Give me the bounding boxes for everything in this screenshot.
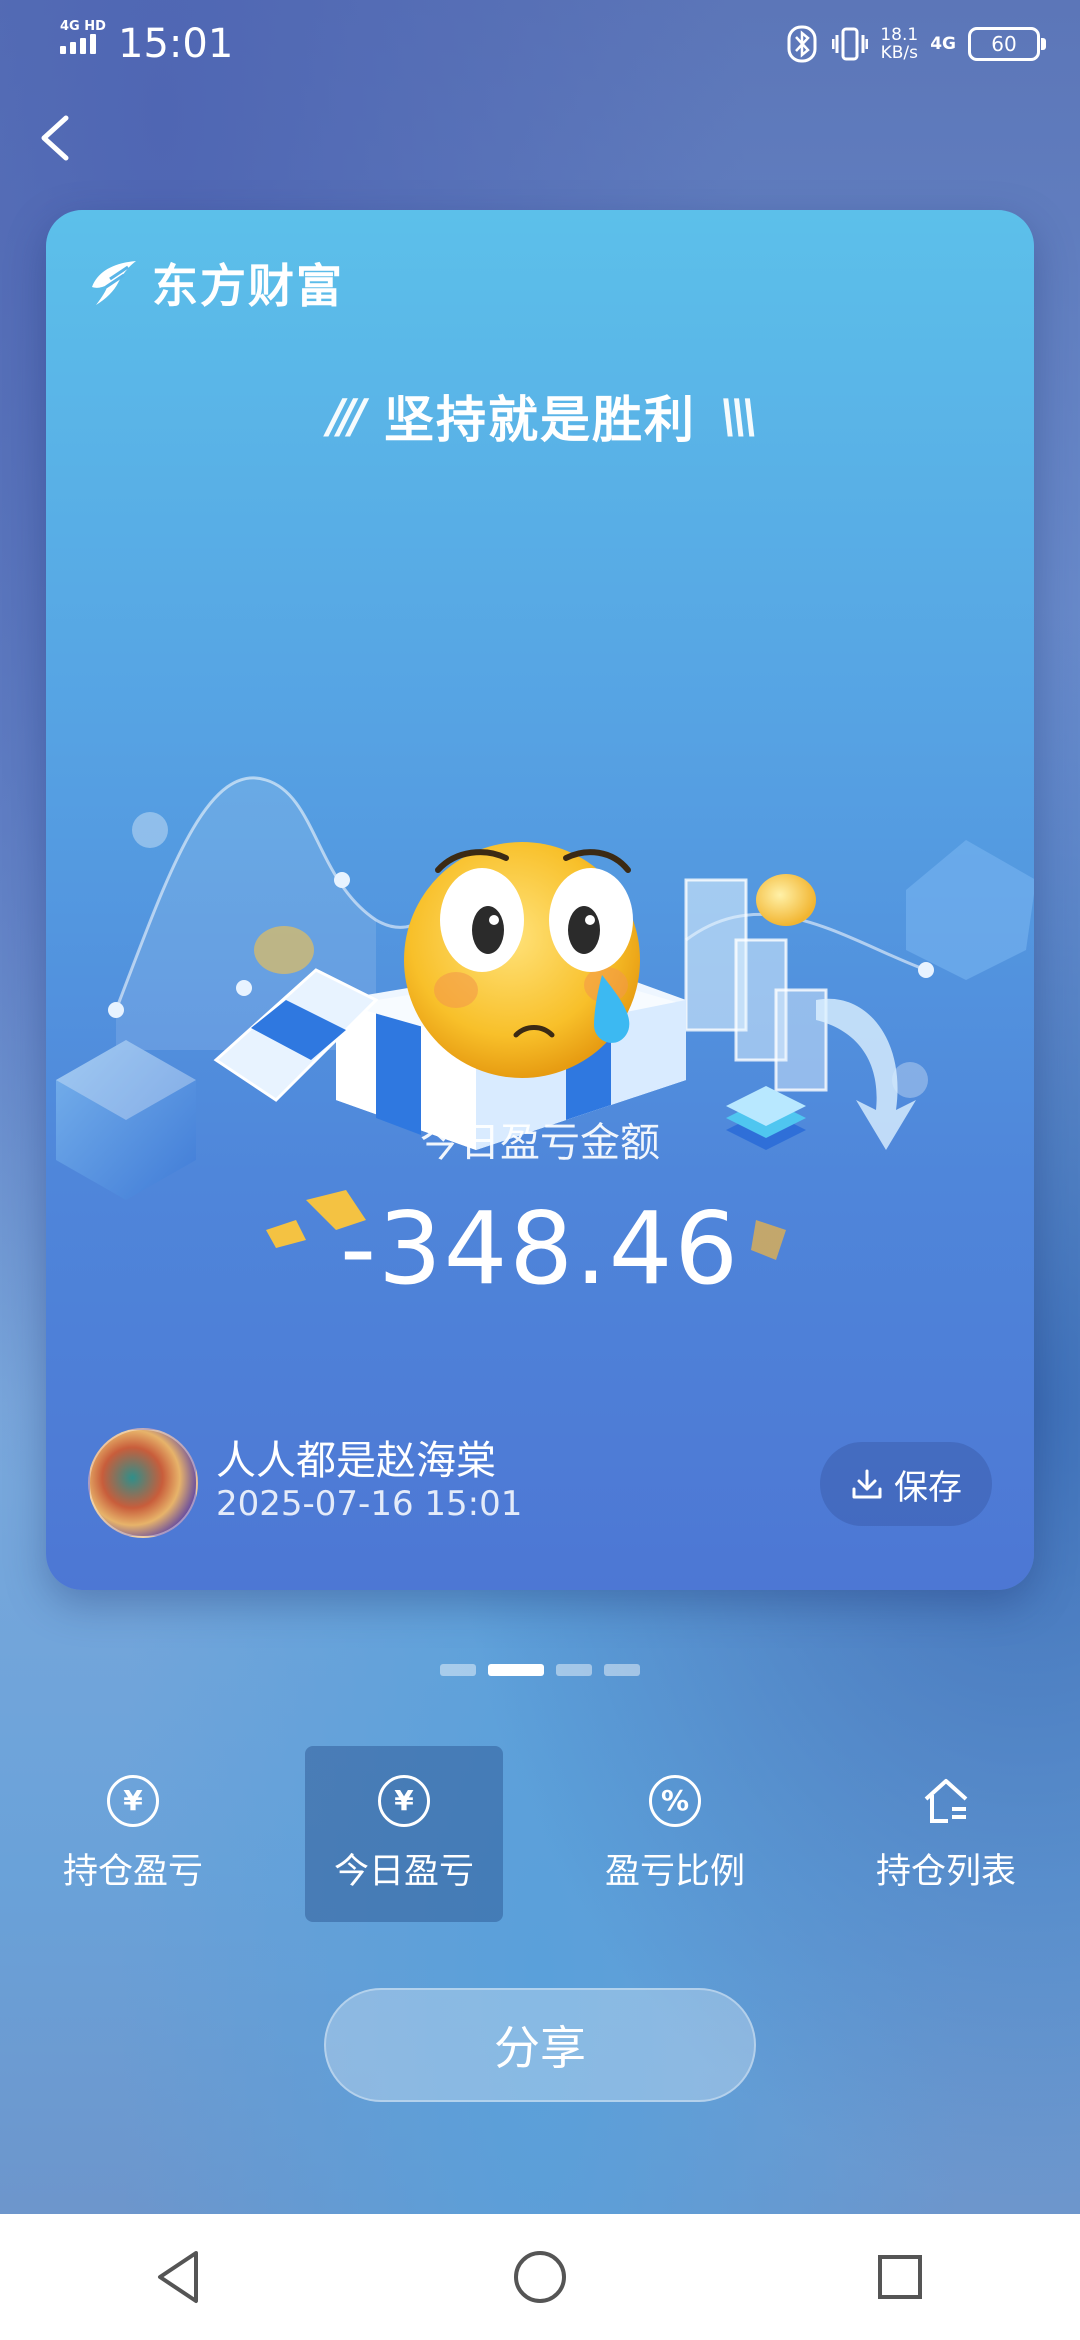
- tab-position-list[interactable]: 持仓列表: [847, 1746, 1045, 1922]
- page-dot[interactable]: [556, 1664, 592, 1676]
- share-card: 东方财富 /// 坚持就是胜利 \\\ 今日盈亏金额 -348.46 人人都是赵…: [46, 210, 1034, 1590]
- battery-icon: 60: [968, 27, 1046, 61]
- house-list-icon: [920, 1775, 972, 1827]
- share-button[interactable]: 分享: [324, 1988, 756, 2102]
- brand-feather-icon: [92, 261, 136, 305]
- save-button[interactable]: 保存: [820, 1442, 992, 1526]
- network-type: 4G HD: [60, 19, 106, 34]
- yuan-circle-icon: ¥: [378, 1774, 430, 1827]
- tab-label: 持仓列表: [875, 1851, 1016, 1892]
- slogan: /// 坚持就是胜利 \\\: [46, 380, 1034, 452]
- tab-position-profit-loss[interactable]: ¥ 持仓盈亏: [34, 1746, 232, 1922]
- save-label: 保存: [894, 1467, 962, 1508]
- back-button[interactable]: [28, 108, 88, 168]
- slash-decoration-icon: \\\: [720, 389, 758, 443]
- circle-home-icon: [514, 2251, 566, 2303]
- tab-label: 今日盈亏: [333, 1851, 474, 1892]
- brand-name: 东方财富: [152, 259, 344, 313]
- vibrate-icon: [832, 25, 869, 63]
- square-recents-icon: [878, 2255, 922, 2299]
- tab-label: 持仓盈亏: [62, 1851, 203, 1892]
- page-dot[interactable]: [440, 1664, 476, 1676]
- network-speed: 18.1 KB/s: [880, 26, 918, 62]
- cell-type: 4G: [930, 34, 956, 54]
- bluetooth-icon: [784, 25, 820, 63]
- avatar: [88, 1428, 198, 1538]
- nav-back-button[interactable]: [140, 2237, 220, 2317]
- download-icon: [852, 1469, 882, 1499]
- nav-recents-button[interactable]: [860, 2237, 940, 2317]
- triangle-back-icon: [158, 2251, 198, 2303]
- status-time: 15:01: [118, 21, 234, 67]
- template-tabs: ¥ 持仓盈亏 ¥ 今日盈亏 % 盈亏比例 持仓列表: [34, 1746, 1046, 1922]
- amount-label: 今日盈亏金额: [420, 1120, 660, 1166]
- datetime: 2025-07-16 15:01: [216, 1484, 523, 1524]
- nav-home-button[interactable]: [500, 2237, 580, 2317]
- slash-decoration-icon: ///: [327, 389, 366, 443]
- slogan-text: 坚持就是胜利: [384, 391, 696, 449]
- chevron-left-icon: [41, 115, 69, 161]
- network-speed-unit: KB/s: [880, 43, 918, 63]
- status-bar: 4G HD 15:01 18.1 KB/s 4G 60: [0, 0, 1080, 88]
- system-navigation-bar: [0, 2214, 1080, 2340]
- brand-logo: 东方财富: [88, 250, 344, 316]
- network-speed-value: 18.1: [880, 25, 919, 45]
- page-dot[interactable]: [488, 1664, 544, 1676]
- profit-loss-amount: -348.46: [340, 1190, 740, 1307]
- yuan-circle-icon: ¥: [107, 1774, 159, 1827]
- tab-today-profit-loss[interactable]: ¥ 今日盈亏: [305, 1746, 503, 1922]
- user-info: 人人都是赵海棠 2025-07-16 15:01 保存: [88, 1424, 992, 1544]
- tab-profit-loss-ratio[interactable]: % 盈亏比例: [576, 1746, 774, 1922]
- page-dot[interactable]: [604, 1664, 640, 1676]
- tab-label: 盈亏比例: [604, 1851, 745, 1892]
- percent-circle-icon: %: [649, 1774, 701, 1827]
- signal-strength-icon: [60, 34, 100, 54]
- username: 人人都是赵海棠: [216, 1438, 496, 1484]
- page-indicator: [0, 1664, 1080, 1676]
